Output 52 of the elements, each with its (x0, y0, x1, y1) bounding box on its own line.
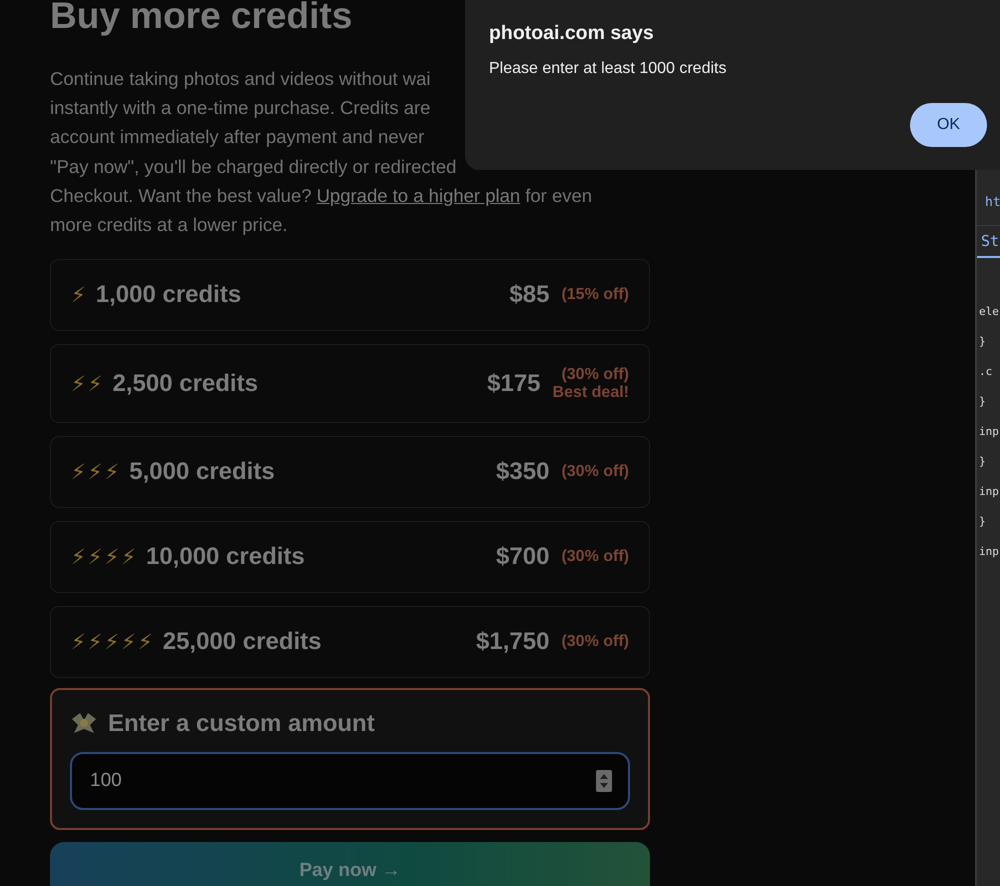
amount-input-field[interactable]: 100 (70, 752, 630, 810)
code-line: } (978, 334, 987, 350)
spinner-icon[interactable] (596, 770, 612, 792)
credit-package-card[interactable]: ⚡⚡⚡ 5,000 credits $350 (30% off) (50, 436, 650, 508)
lightning-icon: ⚡⚡⚡ (71, 460, 122, 484)
pay-now-button[interactable]: Pay now → (50, 842, 650, 886)
description-text: for even (525, 184, 592, 208)
lightning-icon: ⚡⚡⚡⚡⚡ (71, 630, 155, 654)
price-label: $1,750 (476, 628, 550, 656)
ok-button[interactable]: OK (910, 103, 987, 147)
description-text: Continue taking photos and videos without wai (50, 67, 431, 91)
credits-label: 10,000 credits (146, 543, 306, 572)
lightning-icon: ⚡ (71, 283, 88, 308)
price-label: $700 (496, 543, 550, 572)
discount-label: (30% off) (561, 633, 629, 652)
code-line: } (978, 394, 987, 410)
lightning-icon: ⚡⚡⚡⚡ (71, 545, 138, 570)
description-text: "Pay now", you'll be charged directly or redirected (50, 154, 456, 179)
credits-label: 1,000 credits (96, 281, 242, 310)
lightning-icon: ⚡⚡ (71, 372, 104, 396)
price-label: $85 (509, 281, 550, 310)
code-line: inp (978, 424, 1000, 440)
price-label: $350 (496, 458, 550, 486)
discount-label: (15% off) (561, 286, 629, 304)
code-line: } (978, 454, 987, 470)
dialog-message: Please enter at least 1000 credits (489, 60, 728, 78)
devtools-tab[interactable]: ht (977, 180, 1000, 226)
best-deal-label: Best deal! (552, 384, 629, 402)
credits-label: 5,000 credits (129, 458, 276, 486)
description-text: more credits at a lower price. (50, 213, 288, 238)
credit-package-card[interactable]: ⚡⚡⚡⚡ 10,000 credits $700 (30% off) (50, 521, 650, 594)
code-line: } (978, 514, 987, 530)
page-heading: Buy more credits (50, 0, 352, 38)
upgrade-link[interactable]: Upgrade to a higher plan (316, 180, 520, 210)
code-line: inp (978, 484, 1000, 500)
credits-label: 25,000 credits (162, 628, 323, 656)
discount-label: (30% off) (561, 463, 629, 482)
devtools-tab[interactable]: St (977, 226, 1000, 258)
price-label: $175 (487, 370, 541, 398)
dialog-title: photoai.com says (489, 22, 655, 45)
code-line: ele (978, 304, 1000, 320)
discount-label: (30% off) (561, 548, 629, 566)
credit-package-card[interactable]: ⚡⚡⚡⚡⚡ 25,000 credits $1,750 (30% off) (50, 606, 650, 678)
description-text: Checkout. Want the best value? (50, 184, 312, 208)
code-line: inp (978, 544, 1000, 560)
custom-amount-title: Enter a custom amount (108, 710, 375, 738)
description-text: account immediately after payment and never (50, 125, 424, 150)
discount-label: (30% off) (561, 366, 629, 384)
description-text: instantly with a one-time purchase. Credits are (50, 96, 430, 120)
code-line: .c (978, 364, 994, 380)
credit-package-card[interactable]: ⚡ 1,000 credits $85 (15% off) (50, 259, 650, 332)
credits-label: 2,500 credits (112, 370, 259, 398)
